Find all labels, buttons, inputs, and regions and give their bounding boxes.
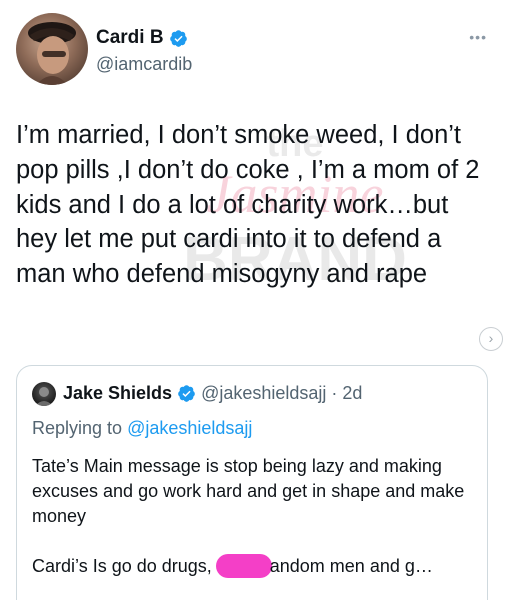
- author-name-row[interactable]: Cardi B: [96, 27, 188, 49]
- quoted-text-paragraph-1: Tate’s Main message is stop being lazy a…: [32, 456, 465, 527]
- avatar[interactable]: [16, 13, 88, 85]
- quoted-header: Jake Shields @jakeshieldsajj · 2d: [63, 383, 362, 404]
- tweet-text: I’m married, I don’t smoke weed, I don’t…: [16, 121, 480, 289]
- replying-to-line: Replying to @jakeshieldsajj: [32, 418, 252, 439]
- author-display-name[interactable]: Cardi B: [96, 27, 164, 49]
- quoted-display-name[interactable]: Jake Shields: [63, 383, 172, 404]
- quoted-timestamp[interactable]: 2d: [342, 383, 362, 404]
- author-handle[interactable]: @iamcardib: [96, 54, 192, 75]
- quoted-text-after-censor: andom men and g…: [269, 556, 433, 576]
- verified-badge-icon: [178, 385, 195, 402]
- quoted-tweet[interactable]: Jake Shields @jakeshieldsajj · 2d Replyi…: [16, 365, 488, 600]
- chevron-right-icon[interactable]: ›: [479, 327, 503, 351]
- avatar-photo-icon: [28, 22, 76, 85]
- tweet-card: Cardi B @iamcardib ••• the Jasmine BRAND…: [0, 0, 511, 600]
- quoted-text-paragraph-2: Cardi’s Is go do drugs, f andom men and g…: [32, 554, 477, 579]
- replying-to-prefix: Replying to: [32, 418, 128, 438]
- separator-dot: ·: [331, 383, 338, 403]
- quoted-avatar[interactable]: [32, 382, 56, 406]
- quoted-avatar-photo-icon: [35, 387, 53, 406]
- quoted-handle[interactable]: @jakeshieldsajj: [201, 383, 326, 404]
- quoted-text-before-censor: Cardi’s Is go do drugs, f: [32, 556, 222, 576]
- replying-to-link[interactable]: @jakeshieldsajj: [127, 418, 252, 438]
- verified-badge-icon: [169, 29, 187, 47]
- censor-blot: [215, 554, 272, 578]
- more-options-icon[interactable]: •••: [469, 29, 487, 45]
